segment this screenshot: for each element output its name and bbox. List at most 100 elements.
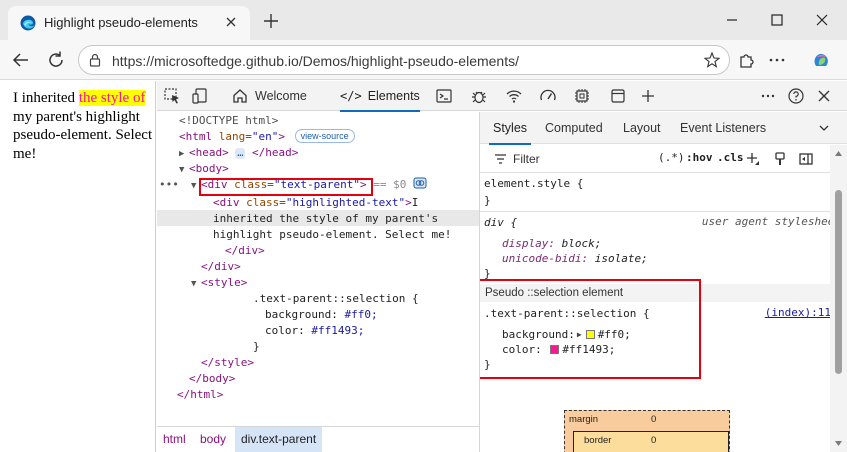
memory-chip-icon[interactable]: [573, 87, 591, 105]
new-tab-icon[interactable]: [258, 8, 284, 34]
tab-welcome[interactable]: Welcome: [231, 81, 307, 111]
devtools-tab-bar: Welcome </> Elements: [157, 81, 847, 112]
rule-divider: [480, 211, 830, 212]
application-panel-icon[interactable]: [609, 87, 627, 105]
copilot-icon[interactable]: [810, 49, 832, 71]
dom-style[interactable]: ▼ <style>: [191, 275, 247, 291]
element-style-selector[interactable]: element.style {: [484, 176, 583, 191]
title-bar: Highlight pseudo-elements: [0, 0, 847, 40]
style-close-tag: </style>: [201, 356, 254, 369]
lock-icon[interactable]: [87, 52, 103, 68]
ua-bidi-declaration[interactable]: unicode-bidi: isolate;: [502, 251, 648, 266]
browser-tab[interactable]: Highlight pseudo-elements: [8, 6, 250, 40]
collapse-arrow-icon[interactable]: ▼: [179, 162, 189, 178]
back-icon[interactable]: [9, 48, 33, 72]
css-background-line[interactable]: background: #ff0;: [265, 307, 378, 323]
tab-computed[interactable]: Computed: [545, 112, 603, 144]
chevron-down-icon[interactable]: [817, 121, 831, 135]
color-format-icon[interactable]: [772, 151, 788, 167]
highlight-box-pseudo: [480, 279, 701, 379]
page-text-before: I inherited: [13, 90, 79, 106]
margin-value[interactable]: 0: [651, 414, 656, 425]
collapsed-ellipsis-badge[interactable]: …: [235, 148, 246, 159]
styles-scrollbar[interactable]: [830, 145, 847, 452]
tab-layout[interactable]: Layout: [623, 112, 661, 144]
isolation-badge-icon[interactable]: [413, 177, 427, 189]
refresh-icon[interactable]: [44, 48, 68, 72]
minimize-icon[interactable]: [720, 8, 744, 32]
dom-head[interactable]: ▶ <head> … </head>: [179, 145, 298, 161]
breadcrumb-div-text-parent[interactable]: div.text-parent: [235, 427, 323, 452]
hov-button[interactable]: :hov: [686, 151, 713, 164]
border-value[interactable]: 0: [651, 435, 656, 446]
dom-doctype[interactable]: <!DOCTYPE html>: [179, 113, 278, 129]
margin-label: margin: [569, 414, 599, 425]
view-source-badge[interactable]: view-source: [294, 129, 355, 143]
close-tab-icon[interactable]: [222, 13, 240, 31]
network-wifi-icon[interactable]: [505, 87, 523, 105]
page-text-after: my parent's highlight pseudo-element. Se…: [13, 108, 153, 162]
scroll-up-icon[interactable]: [834, 149, 843, 158]
cls-button[interactable]: .cls: [717, 151, 744, 164]
ua-display-value: block;: [561, 237, 602, 250]
scroll-down-icon[interactable]: [834, 439, 843, 448]
new-style-rule-icon[interactable]: [745, 151, 761, 167]
dom-body-close[interactable]: </body>: [189, 371, 235, 387]
favorite-star-icon[interactable]: [703, 51, 721, 69]
tab-elements[interactable]: </> Elements: [340, 81, 420, 112]
tab-event-listeners[interactable]: Event Listeners: [680, 112, 766, 144]
box-model-border[interactable]: border 0: [573, 431, 729, 452]
html-bracket: >: [278, 130, 285, 143]
css-color-line[interactable]: color: #ff1493;: [265, 323, 364, 339]
dom-div-child-close[interactable]: </div>: [225, 243, 265, 259]
expand-arrow-icon[interactable]: ▶: [179, 146, 189, 162]
console-icon[interactable]: [435, 87, 453, 105]
performance-gauge-icon[interactable]: [539, 87, 557, 105]
dom-div-parent-close[interactable]: </div>: [201, 259, 241, 275]
dom-html[interactable]: <html lang="en"> view-source: [179, 129, 355, 145]
dom-body[interactable]: ▼ <body>: [179, 161, 229, 177]
dom-style-close[interactable]: </style>: [201, 355, 254, 371]
dom-text-line-3[interactable]: highlight pseudo-element. Select me!: [213, 227, 451, 243]
page-paragraph[interactable]: I inherited the style of my parent's hig…: [13, 89, 153, 163]
breadcrumb-body[interactable]: body: [194, 427, 232, 452]
close-window-icon[interactable]: [810, 8, 834, 32]
device-emulation-icon[interactable]: [191, 87, 209, 105]
div-close-tag: </div>: [225, 244, 265, 257]
toggle-sidebar-icon[interactable]: [798, 151, 814, 167]
box-model-margin[interactable]: margin 0 border 0: [564, 410, 730, 452]
selected-node-marker: == $0: [373, 178, 407, 191]
maximize-icon[interactable]: [765, 8, 789, 32]
doctype-text: <!DOCTYPE html>: [179, 114, 279, 127]
dom-html-close[interactable]: </html>: [177, 387, 223, 403]
css-close-line[interactable]: }: [253, 339, 260, 355]
home-icon: [233, 89, 247, 103]
address-bar[interactable]: https://microsoftedge.github.io/Demos/hi…: [78, 45, 730, 75]
pseudo-toggle-button[interactable]: (.*): [658, 151, 685, 164]
dom-text-line-2[interactable]: inherited the style of my parent's: [213, 211, 438, 227]
filter-input[interactable]: Filter: [513, 152, 540, 166]
breadcrumb-html[interactable]: html: [157, 427, 192, 452]
url-text[interactable]: https://microsoftedge.github.io/Demos/hi…: [112, 53, 519, 69]
help-icon[interactable]: [787, 87, 805, 105]
code-icon: </>: [340, 89, 362, 103]
devtools-menu-icon[interactable]: [759, 87, 777, 105]
css-bg-prop: background:: [265, 308, 338, 321]
dom-div-child[interactable]: <div class="highlighted-text">I: [213, 195, 418, 211]
close-devtools-icon[interactable]: [815, 87, 833, 105]
css-selector-line[interactable]: .text-parent::selection {: [253, 291, 419, 307]
tab-styles[interactable]: Styles: [488, 112, 532, 145]
more-tools-plus-icon[interactable]: [639, 87, 657, 105]
selected-text[interactable]: the style of: [78, 90, 146, 106]
scroll-thumb[interactable]: [835, 190, 842, 374]
extensions-icon[interactable]: [736, 49, 758, 71]
ua-div-selector[interactable]: div {: [484, 215, 517, 230]
dom-tree[interactable]: <!DOCTYPE html> <html lang="en"> view-so…: [157, 112, 479, 426]
pseudo-source-link[interactable]: (index):11: [765, 306, 831, 319]
row-menu-dots-icon[interactable]: •••: [159, 177, 179, 193]
ua-display-declaration[interactable]: display: block;: [502, 236, 601, 251]
more-options-icon[interactable]: [766, 49, 788, 71]
inspect-element-icon[interactable]: [163, 87, 181, 105]
sources-bug-icon[interactable]: [470, 87, 488, 105]
collapse-arrow-icon[interactable]: ▼: [191, 276, 201, 292]
